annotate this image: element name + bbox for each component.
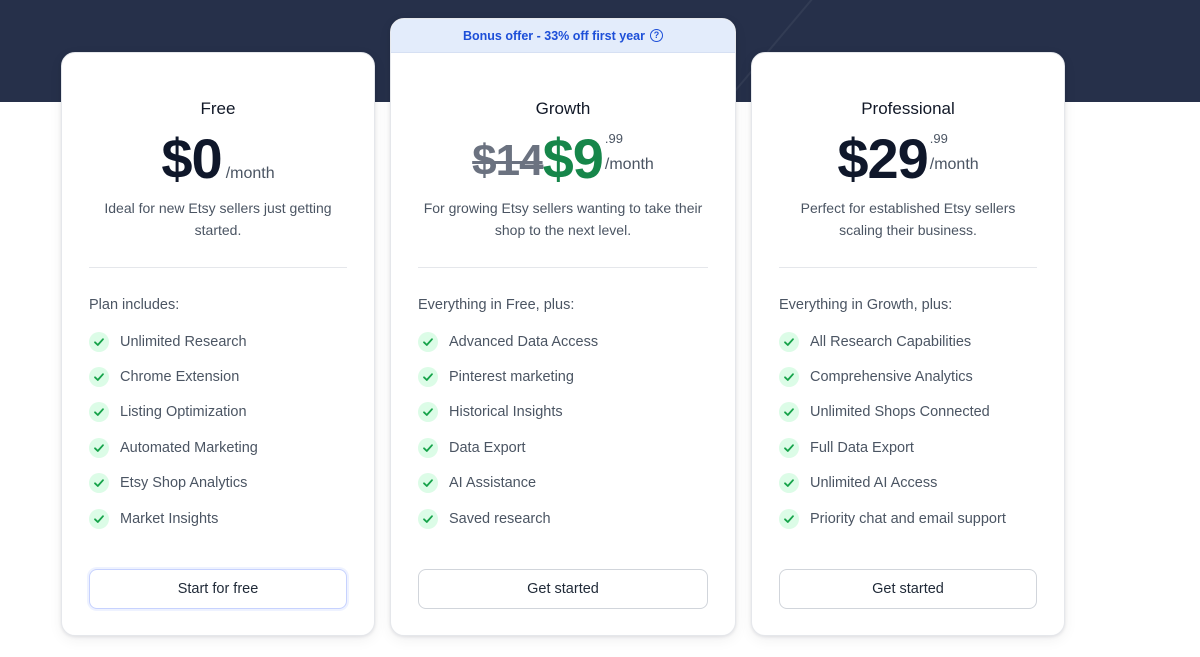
check-icon [89,331,109,352]
includes-title: Everything in Free, plus: [418,297,575,313]
feature-item: Comprehensive Analytics [779,359,1006,394]
price-cents: .99 [929,131,948,146]
original-price: $14 [472,136,543,185]
feature-label: Unlimited Shops Connected [810,404,990,421]
feature-label: Full Data Export [810,439,914,456]
feature-item: Etsy Shop Analytics [89,466,258,501]
check-icon [779,437,799,458]
bonus-offer-banner: Bonus offer - 33% off first year ? [391,19,735,53]
feature-item: Automated Marketing [89,430,258,465]
feature-label: Chrome Extension [120,369,240,386]
feature-item: Chrome Extension [89,359,258,394]
check-icon [779,331,799,352]
price-suffix: .99 /month [928,131,979,178]
feature-label: AI Assistance [449,475,537,492]
check-icon [779,508,799,529]
feature-item: Listing Optimization [89,395,258,430]
get-started-growth-button[interactable]: Get started [418,569,708,609]
get-started-professional-button[interactable]: Get started [779,569,1037,609]
includes-title: Everything in Growth, plus: [779,297,953,313]
feature-item: Data Export [418,430,598,465]
feature-label: Etsy Shop Analytics [120,475,248,492]
price-amount: $9 [542,127,604,190]
plan-name: Professional [861,99,955,118]
feature-item: Historical Insights [418,395,598,430]
check-icon [418,473,438,494]
plan-name: Free [200,99,236,118]
feature-label: Unlimited AI Access [810,475,938,492]
divider [779,267,1037,268]
check-icon [89,437,109,458]
feature-item: AI Assistance [418,466,598,501]
feature-list: Unlimited Research Chrome Extension List… [89,324,258,536]
feature-label: Comprehensive Analytics [810,369,973,386]
price-row: $14 $9 .99 /month [391,131,735,187]
price-period: /month [929,156,979,173]
check-icon [418,402,438,423]
check-icon [779,367,799,388]
feature-item: Unlimited Research [89,324,258,359]
feature-list: Advanced Data Access Pinterest marketing… [418,324,598,536]
feature-item: Full Data Export [779,430,1006,465]
divider [418,267,708,268]
feature-item: Saved research [418,501,598,536]
price-row: $0 /month [62,131,374,187]
question-circle-icon[interactable]: ? [649,29,663,42]
plan-description: Perfect for established Etsy sellers sca… [800,200,1016,238]
feature-label: Pinterest marketing [449,369,574,386]
price-period: /month [604,156,654,173]
feature-item: Unlimited Shops Connected [779,395,1006,430]
pricing-card-free: Free $0 /month Ideal for new Etsy seller… [61,52,375,636]
feature-label: Data Export [449,439,526,456]
price-suffix: .99 /month [603,131,654,178]
check-icon [89,402,109,423]
feature-label: Historical Insights [449,404,563,421]
plan-description: Ideal for new Etsy sellers just getting … [104,200,332,238]
start-free-button[interactable]: Start for free [89,569,347,609]
price-amount: $29 [837,127,928,190]
check-icon [418,437,438,458]
check-icon [89,367,109,388]
price-row: $29 .99 /month [752,131,1064,187]
price-period: /month [225,165,275,182]
feature-item: Pinterest marketing [418,359,598,394]
check-icon [418,367,438,388]
check-icon [89,508,109,529]
feature-label: Priority chat and email support [810,510,1006,527]
bonus-offer-text: Bonus offer - 33% off first year [463,28,645,43]
feature-label: Advanced Data Access [449,333,599,350]
feature-list: All Research Capabilities Comprehensive … [779,324,1006,536]
includes-title: Plan includes: [89,297,180,313]
feature-label: Automated Marketing [120,439,258,456]
feature-item: Priority chat and email support [779,501,1006,536]
divider [89,267,347,268]
check-icon [418,331,438,352]
feature-item: Market Insights [89,501,258,536]
pricing-card-professional: Professional $29 .99 /month Perfect for … [751,52,1065,636]
price-cents: .99 [604,131,623,146]
plan-description: For growing Etsy sellers wanting to take… [423,200,703,238]
check-icon [779,473,799,494]
check-icon [779,402,799,423]
pricing-card-growth: Bonus offer - 33% off first year ? Growt… [390,18,736,636]
feature-label: Market Insights [120,510,219,527]
feature-label: Unlimited Research [120,333,247,350]
check-icon [418,508,438,529]
feature-label: All Research Capabilities [810,333,972,350]
feature-item: Unlimited AI Access [779,466,1006,501]
feature-item: All Research Capabilities [779,324,1006,359]
check-icon [89,473,109,494]
feature-item: Advanced Data Access [418,324,598,359]
price-amount: $0 [161,127,222,190]
plan-name: Growth [535,99,591,118]
feature-label: Listing Optimization [120,404,247,421]
feature-label: Saved research [449,510,551,527]
